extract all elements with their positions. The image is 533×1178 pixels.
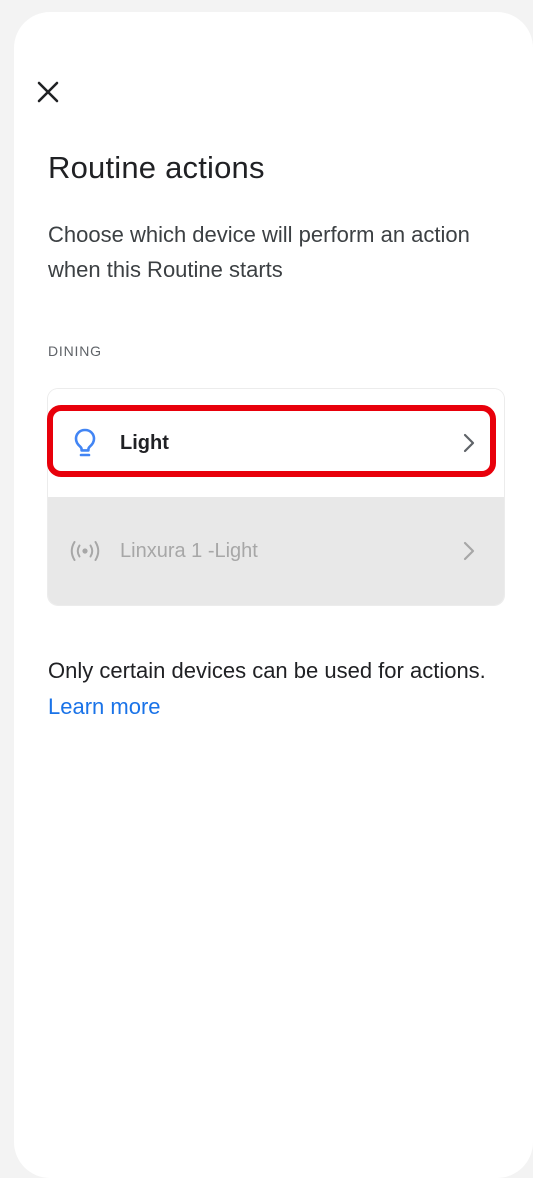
footer-note-text: Only certain devices can be used for act… [48,658,486,683]
routine-actions-screen: Routine actions Choose which device will… [14,12,533,1178]
close-icon [37,81,59,103]
page-title: Routine actions [48,150,265,185]
close-button[interactable] [32,76,64,108]
chevron-right-icon [462,432,476,454]
device-name: Light [120,431,169,454]
room-section-label: DINING [48,343,102,359]
device-name: Linxura 1 -Light [120,539,258,562]
device-row-light[interactable]: Light [48,389,504,497]
page-subtitle: Choose which device will perform an acti… [48,222,470,282]
device-list: Light Linxura 1 -Light [48,389,504,605]
device-row-linxura: Linxura 1 -Light [48,497,504,605]
learn-more-link[interactable]: Learn more [48,694,161,719]
wireless-signal-icon [68,534,102,568]
chevron-right-icon [462,540,476,562]
footer-note: Only certain devices can be used for act… [48,653,488,725]
lightbulb-icon [68,426,102,460]
